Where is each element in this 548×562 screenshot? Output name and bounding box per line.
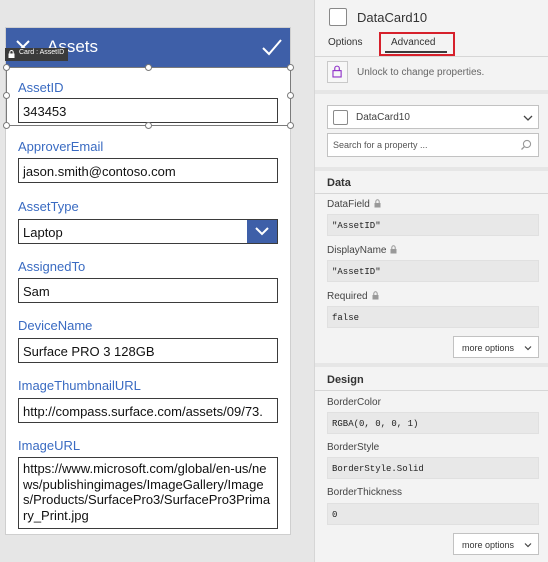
search-input[interactable] — [333, 140, 513, 150]
chevron-down-icon — [523, 115, 533, 121]
section-title-data: Data — [327, 177, 351, 189]
field-label-devicename: DeviceName — [18, 318, 93, 333]
divider — [315, 390, 548, 391]
section-title-design: Design — [327, 374, 364, 386]
datacard-checkbox[interactable] — [329, 8, 347, 26]
approveremail-input[interactable]: jason.smith@contoso.com — [18, 158, 278, 183]
prop-label-required: Required — [327, 291, 379, 302]
card-select-value: DataCard10 — [356, 112, 410, 123]
chevron-down-icon — [524, 346, 532, 351]
resize-handle[interactable] — [3, 92, 10, 99]
prop-label-borderstyle: BorderStyle — [327, 442, 380, 453]
devicename-input[interactable]: Surface PRO 3 128GB — [18, 338, 278, 363]
borderthickness-value[interactable]: 0 — [327, 503, 539, 525]
required-value[interactable]: false — [327, 306, 539, 328]
unlock-button[interactable] — [327, 61, 348, 83]
divider — [315, 56, 548, 57]
chevron-down-icon — [524, 543, 532, 548]
prop-label-bordercolor: BorderColor — [327, 397, 381, 408]
property-search[interactable] — [327, 133, 539, 157]
datafield-value[interactable]: "AssetID" — [327, 214, 539, 236]
unlock-text: Unlock to change properties. — [357, 67, 485, 78]
lock-icon — [8, 50, 15, 58]
lock-icon — [372, 291, 379, 300]
resize-handle[interactable] — [3, 64, 10, 71]
more-options-label: more options — [462, 343, 515, 353]
field-label-approveremail: ApproverEmail — [18, 139, 104, 154]
panel-title: DataCard10 — [357, 10, 428, 25]
borderstyle-value[interactable]: BorderStyle.Solid — [327, 457, 539, 479]
field-label-imageurl: ImageURL — [18, 438, 81, 453]
displayname-value[interactable]: "AssetID" — [327, 260, 539, 282]
divider — [315, 90, 548, 94]
resize-handle[interactable] — [145, 64, 152, 71]
properties-panel: DataCard10 Options Advanced Unlock to ch… — [314, 0, 548, 562]
divider — [315, 363, 548, 367]
card-select-checkbox — [333, 110, 348, 125]
resize-handle[interactable] — [287, 92, 294, 99]
field-label-imagethumbnailurl: ImageThumbnailURL — [18, 378, 141, 393]
check-icon[interactable] — [260, 35, 284, 59]
assignedto-input[interactable]: Sam — [18, 278, 278, 303]
resize-handle[interactable] — [287, 64, 294, 71]
assettype-selected-value: Laptop — [23, 225, 63, 240]
divider — [315, 193, 548, 194]
selected-card-outline — [6, 67, 291, 126]
prop-label-text: Required — [327, 291, 368, 302]
assettype-dropdown[interactable]: Laptop — [18, 219, 278, 244]
search-icon — [521, 139, 532, 150]
lock-icon — [332, 65, 342, 78]
prop-label-borderthickness: BorderThickness — [327, 487, 403, 498]
more-options-button[interactable]: more options — [453, 533, 539, 555]
prop-label-displayname: DisplayName — [327, 245, 397, 256]
lock-icon — [374, 199, 381, 208]
tab-options[interactable]: Options — [328, 37, 362, 48]
prop-label-text: DataField — [327, 199, 370, 210]
field-label-assignedto: AssignedTo — [18, 259, 86, 274]
chevron-down-icon — [255, 227, 269, 236]
field-label-assettype: AssetType — [18, 199, 79, 214]
imagethumbnailurl-input[interactable]: http://compass.surface.com/assets/09/73. — [18, 398, 278, 423]
divider — [315, 167, 548, 171]
imageurl-input[interactable]: https://www.microsoft.com/global/en-us/n… — [18, 457, 278, 529]
prop-label-text: DisplayName — [327, 245, 387, 256]
card-tag-label: Card : AssetID — [19, 49, 65, 56]
more-options-label: more options — [462, 540, 515, 550]
resize-handle[interactable] — [145, 122, 152, 129]
dropdown-button[interactable] — [247, 220, 277, 243]
bordercolor-value[interactable]: RGBA(0, 0, 0, 1) — [327, 412, 539, 434]
more-options-button[interactable]: more options — [453, 336, 539, 358]
advanced-tab-highlight — [379, 32, 455, 56]
form-canvas: Assets AssetID 343453 ApproverEmail jaso… — [0, 0, 314, 562]
card-select-dropdown[interactable]: DataCard10 — [327, 105, 539, 129]
lock-icon — [390, 245, 397, 254]
prop-label-datafield: DataField — [327, 199, 381, 210]
resize-handle[interactable] — [3, 122, 10, 129]
resize-handle[interactable] — [287, 122, 294, 129]
card-tag: Card : AssetID — [5, 48, 69, 61]
